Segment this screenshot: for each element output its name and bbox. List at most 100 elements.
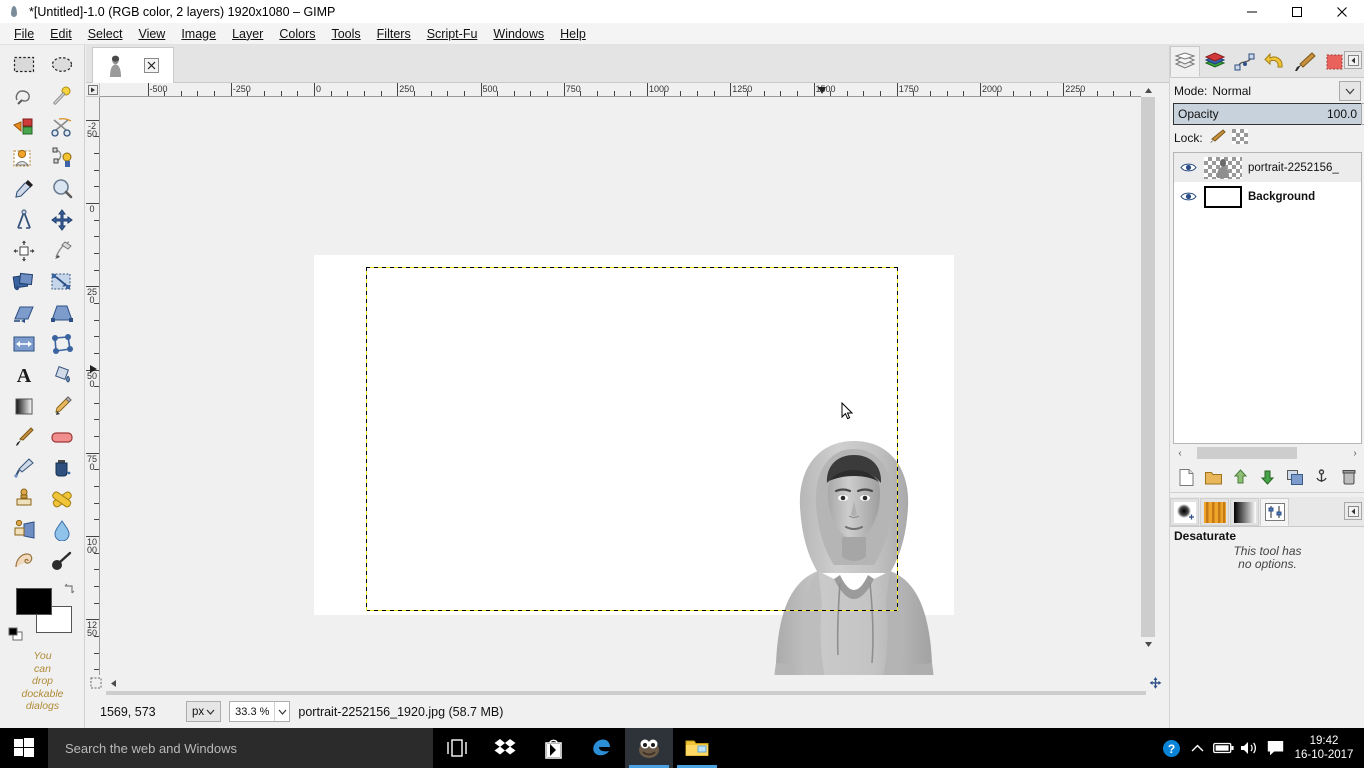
free-select-tool-icon[interactable] <box>5 80 43 111</box>
minimize-button[interactable] <box>1229 0 1274 23</box>
edge-browser-icon[interactable] <box>577 728 625 768</box>
menu-select[interactable]: Select <box>80 25 131 43</box>
swap-colors-icon[interactable] <box>63 582 76 595</box>
zoom-selector[interactable]: 33.3 % <box>229 701 291 722</box>
anchor-layer-button[interactable] <box>1311 466 1333 488</box>
gradients-tab2[interactable] <box>1230 498 1259 526</box>
zoom-tool-icon[interactable] <box>43 173 81 204</box>
unit-selector[interactable]: px <box>186 701 222 722</box>
lower-layer-button[interactable] <box>1257 466 1279 488</box>
menu-colors[interactable]: Colors <box>271 25 323 43</box>
menu-edit[interactable]: Edit <box>42 25 80 43</box>
layer-list-scrollbar[interactable]: ‹ › <box>1173 445 1362 461</box>
perspective-clone-tool-icon[interactable] <box>5 514 43 545</box>
task-view-icon[interactable] <box>433 728 481 768</box>
eraser-tool-icon[interactable] <box>43 421 81 452</box>
menu-help[interactable]: Help <box>552 25 594 43</box>
menu-windows[interactable]: Windows <box>485 25 552 43</box>
brushes-tab2[interactable] <box>1170 498 1199 526</box>
lock-pixels-icon[interactable] <box>1209 129 1226 147</box>
layer-list[interactable]: portrait-2252156_ Background <box>1173 152 1362 444</box>
layer-scroll-track[interactable] <box>1187 447 1348 459</box>
horizontal-ruler[interactable]: -500 -250 0 250 500 750 1000 1250 1500 1750 2000 22… <box>100 83 1155 97</box>
windows-start-icon[interactable] <box>0 728 48 768</box>
warp-transform-tool-icon[interactable] <box>43 235 81 266</box>
ruler-unit-button[interactable] <box>86 83 100 97</box>
paintbrush-tool-icon[interactable] <box>5 421 43 452</box>
select-by-color-tool-icon[interactable] <box>5 111 43 142</box>
lock-alpha-icon[interactable] <box>1231 129 1248 147</box>
layer-name[interactable]: portrait-2252156_ <box>1248 162 1339 174</box>
zoom-chevron-down-icon[interactable] <box>274 702 290 721</box>
vertical-ruler[interactable]: -250 0 250 500 750 1000 1250 <box>86 97 100 675</box>
layer-row-portrait[interactable]: portrait-2252156_ <box>1174 153 1361 182</box>
menu-image[interactable]: Image <box>173 25 224 43</box>
volume-icon[interactable] <box>1236 728 1262 768</box>
menu-file[interactable]: File <box>6 25 42 43</box>
color-picker-tool-icon[interactable] <box>5 173 43 204</box>
ellipse-select-tool-icon[interactable] <box>43 49 81 80</box>
reset-colors-icon[interactable] <box>8 627 23 642</box>
brushes-tab[interactable] <box>1290 46 1320 77</box>
close-image-tab-button[interactable] <box>144 58 159 73</box>
ink-tool-icon[interactable] <box>43 452 81 483</box>
rectangle-select-tool-icon[interactable] <box>5 49 43 80</box>
paths-tab[interactable] <box>1230 46 1260 77</box>
dock-menu-button[interactable] <box>1344 51 1362 69</box>
canvas-area[interactable] <box>100 97 1155 675</box>
shear-tool-icon[interactable] <box>5 297 43 328</box>
layer-mode-dropdown[interactable] <box>1339 81 1361 101</box>
heal-tool-icon[interactable] <box>43 483 81 514</box>
bucket-fill-tool-icon[interactable] <box>43 359 81 390</box>
undo-history-tab[interactable] <box>1260 46 1290 77</box>
layer-scroll-left-button[interactable]: ‹ <box>1173 445 1187 461</box>
channels-tab[interactable] <box>1200 46 1230 77</box>
menu-filters[interactable]: Filters <box>369 25 419 43</box>
taskbar-clock[interactable]: 19:42 16-10-2017 <box>1288 734 1364 762</box>
close-button[interactable] <box>1319 0 1364 23</box>
dodge-burn-tool-icon[interactable] <box>43 545 81 576</box>
foreground-select-tool-icon[interactable] <box>5 142 43 173</box>
scroll-up-button[interactable] <box>1141 83 1155 97</box>
search-input[interactable]: Search the web and Windows <box>48 728 433 768</box>
menu-script-fu[interactable]: Script-Fu <box>419 25 486 43</box>
layer-name[interactable]: Background <box>1248 191 1315 203</box>
text-tool-icon[interactable]: A <box>5 359 43 390</box>
show-hidden-icons-icon[interactable] <box>1184 728 1210 768</box>
menu-tools[interactable]: Tools <box>323 25 368 43</box>
scroll-down-button[interactable] <box>1141 637 1155 651</box>
menu-view[interactable]: View <box>130 25 173 43</box>
cage-transform-tool-icon[interactable] <box>43 328 81 359</box>
foreground-color-swatch[interactable] <box>16 588 52 615</box>
vertical-scroll-thumb[interactable] <box>1141 97 1155 637</box>
canvas-vertical-scrollbar[interactable] <box>1141 83 1155 675</box>
scroll-left-button[interactable] <box>106 675 120 691</box>
pencil-tool-icon[interactable] <box>43 390 81 421</box>
battery-icon[interactable] <box>1210 728 1236 768</box>
quick-mask-toggle-button[interactable] <box>88 675 104 691</box>
paths-tool-icon[interactable] <box>43 142 81 173</box>
flip-tool-icon[interactable] <box>5 328 43 359</box>
windows-store-icon[interactable] <box>529 728 577 768</box>
gimp-taskbar-icon[interactable] <box>625 728 673 768</box>
canvas-image[interactable] <box>314 255 954 675</box>
layer-opacity-slider[interactable]: Opacity 100.0 ▲ ▼ <box>1173 103 1364 125</box>
move-tool-icon[interactable] <box>43 204 81 235</box>
tool-options-menu-button[interactable] <box>1344 502 1362 520</box>
patterns-tab2[interactable] <box>1200 498 1229 526</box>
duplicate-layer-button[interactable] <box>1284 466 1306 488</box>
tool-options-tab2[interactable] <box>1260 498 1289 526</box>
scale-tool-icon[interactable] <box>43 266 81 297</box>
maximize-button[interactable] <box>1274 0 1319 23</box>
perspective-tool-icon[interactable] <box>43 297 81 328</box>
color-swatches[interactable] <box>8 582 78 644</box>
blur-sharpen-tool-icon[interactable] <box>43 514 81 545</box>
navigation-preview-button[interactable] <box>1146 675 1164 693</box>
clone-tool-icon[interactable] <box>5 483 43 514</box>
smudge-tool-icon[interactable] <box>5 545 43 576</box>
delete-layer-button[interactable] <box>1338 466 1360 488</box>
align-tool-icon[interactable] <box>5 235 43 266</box>
new-layer-group-button[interactable] <box>1203 466 1225 488</box>
image-tab[interactable] <box>92 47 174 83</box>
action-center-icon[interactable] <box>1262 728 1288 768</box>
